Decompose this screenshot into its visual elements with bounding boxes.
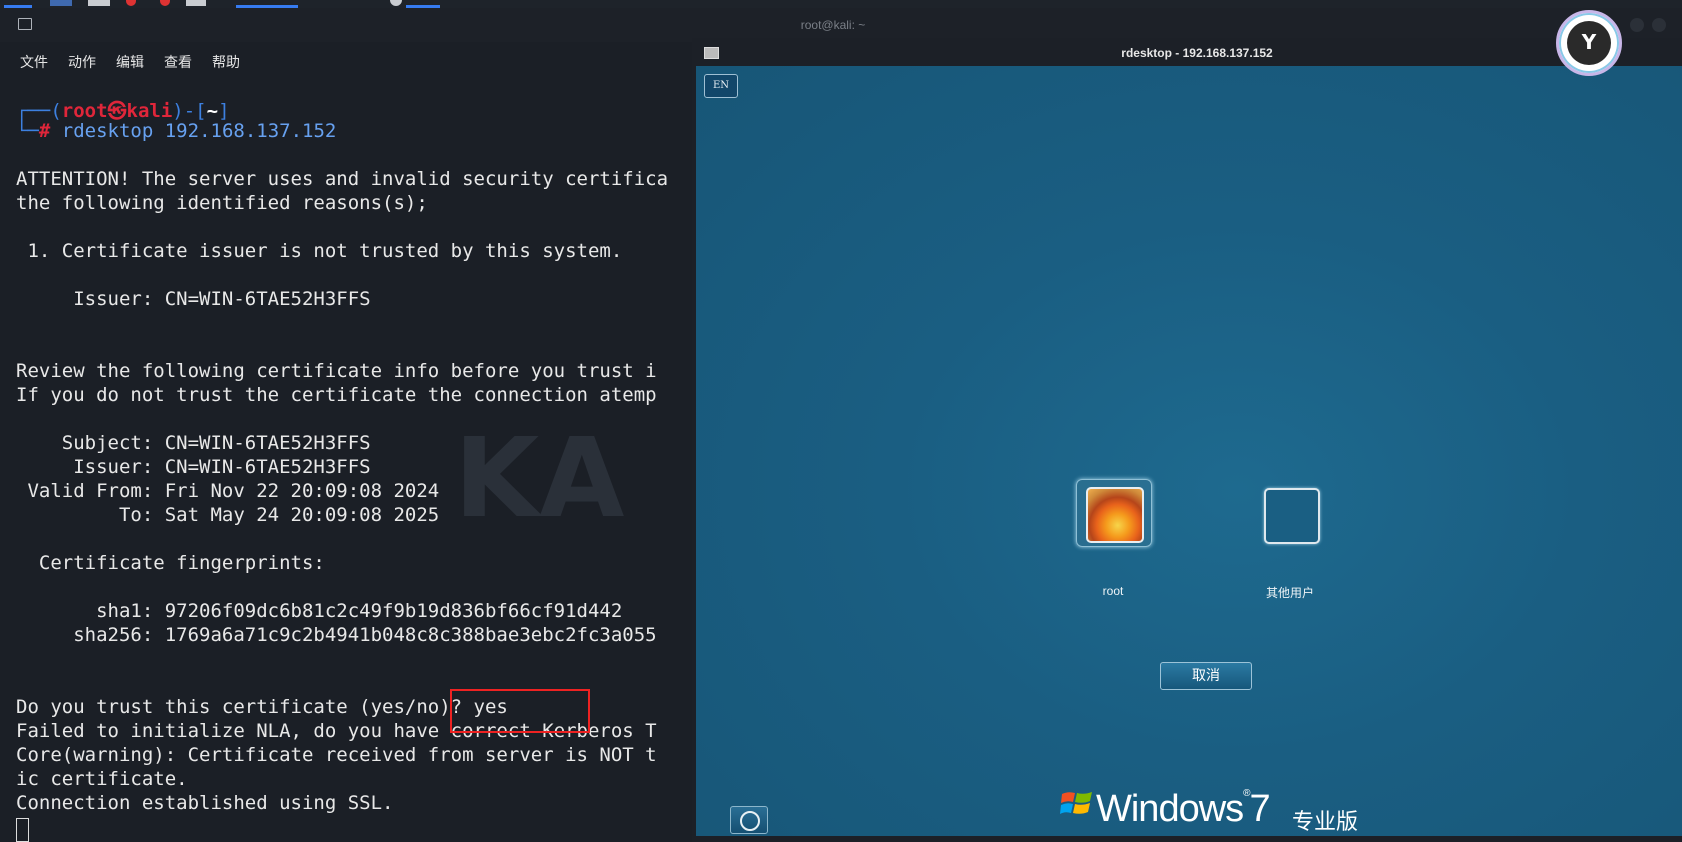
terminal-menubar: 文件 动作 编辑 查看 帮助 bbox=[0, 42, 692, 72]
output-line: sha256: 1769a6a71c9c2b4941b048c8c388bae3… bbox=[16, 624, 657, 646]
ease-of-access-button[interactable] bbox=[730, 806, 768, 834]
output-line: Issuer: CN=WIN-6TAE52H3FFS bbox=[16, 288, 371, 310]
taskbar-icon[interactable] bbox=[88, 0, 110, 6]
trust-prompt-line: Do you trust this certificate (yes/no)? … bbox=[16, 696, 508, 718]
output-line: Issuer: CN=WIN-6TAE52H3FFS bbox=[16, 456, 371, 478]
menu-help[interactable]: 帮助 bbox=[212, 52, 240, 72]
windows-brand: Windows®7 bbox=[1096, 788, 1271, 830]
taskbar-icon[interactable] bbox=[160, 0, 170, 6]
terminal-window: root@kali: ~ 文件 动作 编辑 查看 帮助 KA ┌──(root㉿kali… bbox=[0, 8, 1682, 842]
menu-edit[interactable]: 编辑 bbox=[116, 52, 144, 72]
output-line: 1. Certificate issuer is not trusted by … bbox=[16, 240, 623, 262]
menu-action[interactable]: 动作 bbox=[68, 52, 96, 72]
output-line: Valid From: Fri Nov 22 20:09:08 2024 bbox=[16, 480, 440, 502]
system-top-bar bbox=[0, 0, 1682, 8]
terminal-icon bbox=[18, 18, 32, 30]
windows-logo-icon bbox=[1060, 792, 1092, 814]
cancel-button[interactable]: 取消 bbox=[1160, 662, 1252, 690]
output-line: sha1: 97206f09dc6b81c2c49f9b19d836bf66cf… bbox=[16, 600, 623, 622]
maximize-icon[interactable] bbox=[1652, 18, 1666, 32]
window-icon bbox=[704, 47, 719, 59]
logo-icon: Y bbox=[1581, 30, 1597, 54]
output-line: If you do not trust the certificate the … bbox=[16, 384, 657, 406]
output-line: Connection established using SSL. bbox=[16, 792, 394, 814]
prompt-line: ┌──(root㉿kali)-[~] bbox=[16, 100, 230, 122]
command-text: rdesktop 192.168.137.152 bbox=[61, 120, 337, 142]
prompt-user: root㉿kali bbox=[61, 100, 173, 122]
flower-avatar-icon bbox=[1086, 487, 1144, 543]
os-version: 7 bbox=[1249, 788, 1271, 830]
rdesktop-window: rdesktop - 192.168.137.152 EN root 其他用户 … bbox=[692, 38, 1682, 842]
ease-of-access-icon bbox=[740, 811, 760, 831]
output-line: Certificate fingerprints: bbox=[16, 552, 325, 574]
prompt-dir: ~ bbox=[206, 100, 219, 122]
output-line: Subject: CN=WIN-6TAE52H3FFS bbox=[16, 432, 371, 454]
terminal-cursor bbox=[16, 818, 29, 842]
taskbar-icon[interactable] bbox=[126, 0, 136, 6]
rdesktop-title: rdesktop - 192.168.137.152 bbox=[1121, 46, 1273, 60]
terminal-title: root@kali: ~ bbox=[800, 18, 866, 32]
blank-avatar-icon bbox=[1264, 488, 1320, 544]
output-line: ic certificate. bbox=[16, 768, 188, 790]
kali-wallpaper-watermark: KA bbox=[454, 414, 625, 542]
user-label-other: 其他用户 bbox=[1265, 586, 1314, 600]
output-line: ATTENTION! The server uses and invalid s… bbox=[16, 168, 669, 190]
app-logo-badge: Y bbox=[1556, 10, 1622, 76]
output-line: Review the following certificate info be… bbox=[16, 360, 657, 382]
taskbar-icon[interactable] bbox=[50, 0, 72, 6]
menu-file[interactable]: 文件 bbox=[20, 52, 48, 72]
terminal-titlebar: root@kali: ~ bbox=[0, 8, 1682, 42]
highlight-box bbox=[450, 689, 590, 733]
rdesktop-titlebar[interactable]: rdesktop - 192.168.137.152 bbox=[692, 38, 1682, 66]
user-label-root: root bbox=[1102, 584, 1124, 598]
output-line: the following identified reasons(s); bbox=[16, 192, 428, 214]
taskbar-icon[interactable] bbox=[186, 0, 206, 6]
output-line: Core(warning): Certificate received from… bbox=[16, 744, 657, 766]
output-line: To: Sat May 24 20:09:08 2025 bbox=[16, 504, 440, 526]
command-line: └─# rdesktop 192.168.137.152 bbox=[16, 120, 337, 142]
os-edition: 专业版 bbox=[1292, 810, 1359, 835]
menu-view[interactable]: 查看 bbox=[164, 52, 192, 72]
minimize-icon[interactable] bbox=[1630, 18, 1644, 32]
badge-icon bbox=[390, 0, 402, 6]
user-tile-root[interactable] bbox=[1076, 479, 1152, 547]
os-brand: Windows bbox=[1096, 788, 1244, 830]
windows-logon-screen[interactable]: EN root 其他用户 取消 Windows®7 专业版 bbox=[696, 66, 1682, 836]
language-indicator[interactable]: EN bbox=[704, 74, 738, 98]
user-tile-other[interactable] bbox=[1264, 481, 1338, 547]
